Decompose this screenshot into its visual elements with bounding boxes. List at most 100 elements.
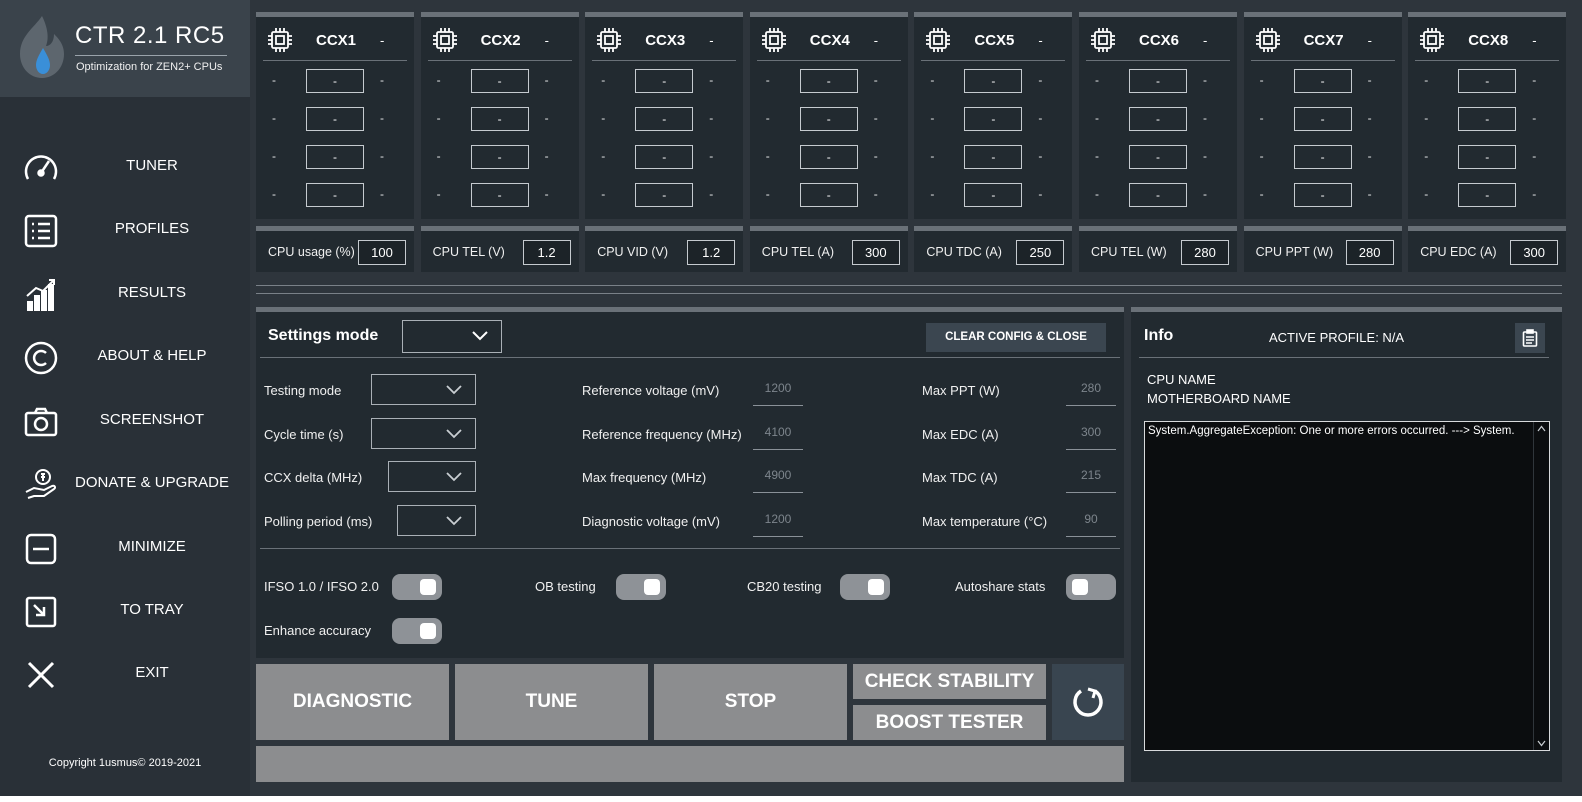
camera-icon (24, 407, 58, 437)
nav-tuner[interactable]: TUNER (0, 141, 250, 193)
minimize-icon (25, 533, 57, 565)
max-temperature-input[interactable]: 90 (1066, 507, 1116, 537)
core-row: --- (1079, 183, 1237, 207)
ccx-title: CCX6 (1139, 32, 1180, 49)
ccx-title: CCX8 (1468, 32, 1509, 49)
reference-voltage-input[interactable]: 1200 (753, 376, 803, 406)
divider (921, 60, 1066, 61)
core-value-box: - (1458, 69, 1517, 93)
ccx-delta-dropdown[interactable] (388, 461, 476, 492)
testing-mode-label: Testing mode (264, 383, 342, 398)
nav-results[interactable]: RESULTS (0, 268, 250, 320)
metric-3: CPU VID (V) 1.2 (585, 226, 744, 272)
log-textbox[interactable]: System.AggregateException: One or more e… (1144, 421, 1550, 751)
reference-frequency-input[interactable]: 4100 (753, 420, 803, 450)
ccx-status: - (709, 33, 714, 48)
copyright-text: Copyright 1usmus© 2019-2021 (48, 757, 202, 769)
nav-exit-label: EXIT (135, 664, 169, 681)
max-frequency-input[interactable]: 4900 (753, 463, 803, 493)
cpu-chip-icon (923, 25, 953, 55)
stop-button[interactable]: STOP (654, 664, 847, 740)
core-left-value: - (601, 149, 606, 163)
core-right-value: - (873, 149, 878, 163)
core-value-box: - (1129, 145, 1187, 169)
max-tdc-input[interactable]: 215 (1066, 463, 1116, 493)
diagnostic-voltage-input[interactable]: 1200 (753, 507, 803, 537)
polling-period-label: Polling period (ms) (264, 514, 373, 529)
enhance-accuracy-toggle[interactable] (392, 618, 442, 644)
scroll-down-icon[interactable] (1537, 740, 1546, 747)
nav-exit[interactable]: EXIT (0, 648, 250, 700)
settings-mode-dropdown[interactable] (402, 320, 502, 353)
boost-tester-button[interactable]: BOOST TESTER (853, 705, 1046, 740)
nav-donate-upgrade[interactable]: DONATE & UPGRADE (0, 458, 250, 510)
metric-4: CPU TEL (A) 300 (749, 226, 908, 272)
core-value-box: - (1293, 183, 1352, 207)
core-row: --- (585, 69, 743, 93)
core-left-value: - (436, 187, 441, 201)
nav-profiles[interactable]: PROFILES (0, 204, 250, 256)
core-left-value: - (1424, 73, 1429, 87)
divider (260, 357, 1120, 358)
donate-hand-icon (25, 469, 57, 499)
core-value-box: - (1458, 107, 1517, 131)
cb20-testing-toggle[interactable] (840, 574, 890, 600)
metric-2: CPU TEL (V) 1.2 (420, 226, 579, 272)
polling-period-dropdown[interactable] (397, 505, 476, 536)
core-left-value: - (765, 149, 770, 163)
core-left-value: - (272, 149, 276, 163)
max-ppt-input[interactable]: 280 (1066, 376, 1116, 406)
nav-about-help[interactable]: ABOUT & HELP (0, 331, 250, 383)
list-icon (24, 214, 58, 248)
metric-value: 250 (1016, 240, 1065, 265)
core-right-value: - (1203, 73, 1207, 87)
core-right-value: - (380, 149, 384, 163)
core-right-value: - (1532, 111, 1537, 125)
ccx-title: CCX2 (480, 32, 521, 49)
ccx-card-4: CCX4 - - - - - - - - - - - - - (749, 12, 908, 219)
scroll-up-icon[interactable] (1537, 425, 1546, 432)
nav-tuner-label: TUNER (126, 157, 178, 174)
ifso-toggle[interactable] (392, 574, 442, 600)
refresh-button[interactable] (1052, 664, 1124, 740)
core-row: --- (256, 107, 414, 131)
log-scrollbar[interactable] (1533, 422, 1549, 750)
autoshare-stats-toggle[interactable] (1066, 574, 1116, 600)
max-temperature-label: Max temperature (°C) (922, 514, 1048, 529)
divider (1139, 357, 1549, 358)
core-row: --- (1408, 183, 1566, 207)
divider (256, 285, 1562, 286)
tune-button[interactable]: TUNE (455, 664, 648, 740)
core-row: --- (1244, 145, 1402, 169)
core-value-box: - (470, 145, 529, 169)
core-right-value: - (544, 73, 549, 87)
ob-testing-toggle[interactable] (616, 574, 666, 600)
core-row: --- (1079, 145, 1237, 169)
nav-screenshot[interactable]: SCREENSHOT (0, 395, 250, 447)
max-frequency-label: Max frequency (MHz) (582, 470, 707, 485)
metric-label: CPU VID (V) (597, 245, 669, 259)
copyright-icon (24, 341, 58, 375)
diagnostic-button[interactable]: DIAGNOSTIC (256, 664, 449, 740)
core-left-value: - (930, 187, 935, 201)
testing-mode-dropdown[interactable] (371, 374, 476, 405)
core-right-value: - (380, 73, 384, 87)
autoshare-stats-label: Autoshare stats (955, 579, 1046, 594)
ccx-status: - (544, 33, 549, 48)
nav-minimize[interactable]: MINIMIZE (0, 522, 250, 574)
cycle-time-dropdown[interactable] (371, 418, 476, 449)
core-row: --- (421, 107, 579, 131)
core-right-value: - (544, 149, 549, 163)
copy-log-button[interactable] (1515, 323, 1545, 353)
nav-about-help-label: ABOUT & HELP (97, 347, 207, 364)
ccx-title: CCX1 (316, 32, 357, 49)
max-edc-input[interactable]: 300 (1066, 420, 1116, 450)
core-right-value: - (1038, 111, 1043, 125)
core-right-value: - (544, 111, 549, 125)
clear-config-close-button[interactable]: CLEAR CONFIG & CLOSE (926, 323, 1106, 352)
core-left-value: - (1424, 187, 1429, 201)
core-row: --- (421, 145, 579, 169)
check-stability-button[interactable]: CHECK STABILITY (853, 664, 1046, 699)
nav-to-tray[interactable]: TO TRAY (0, 585, 250, 637)
core-right-value: - (873, 111, 878, 125)
